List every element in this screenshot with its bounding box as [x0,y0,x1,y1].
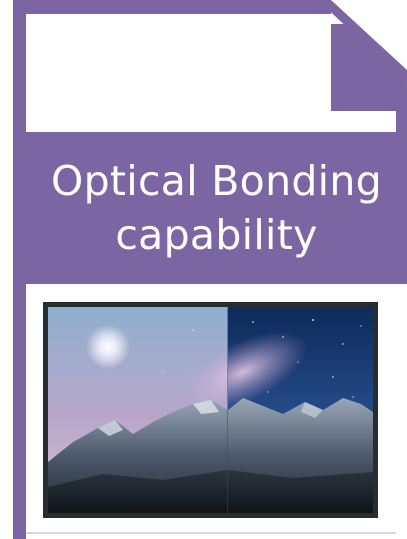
title-line-2: capability [115,211,318,259]
bright-star [86,325,130,369]
split-line [227,307,228,513]
title-text: Optical Bonding capability [26,154,407,262]
document-left-border [13,0,26,539]
title-banner: Optical Bonding capability [26,132,407,284]
title-line-1: Optical Bonding [51,157,382,205]
document-bottom-line [26,532,396,534]
document-card: Optical Bonding capability [0,0,407,539]
document-top-border [13,0,331,14]
foreground-ground [48,470,373,513]
document-right-border [396,84,407,132]
mountain-night-sky-illustration [43,302,378,518]
